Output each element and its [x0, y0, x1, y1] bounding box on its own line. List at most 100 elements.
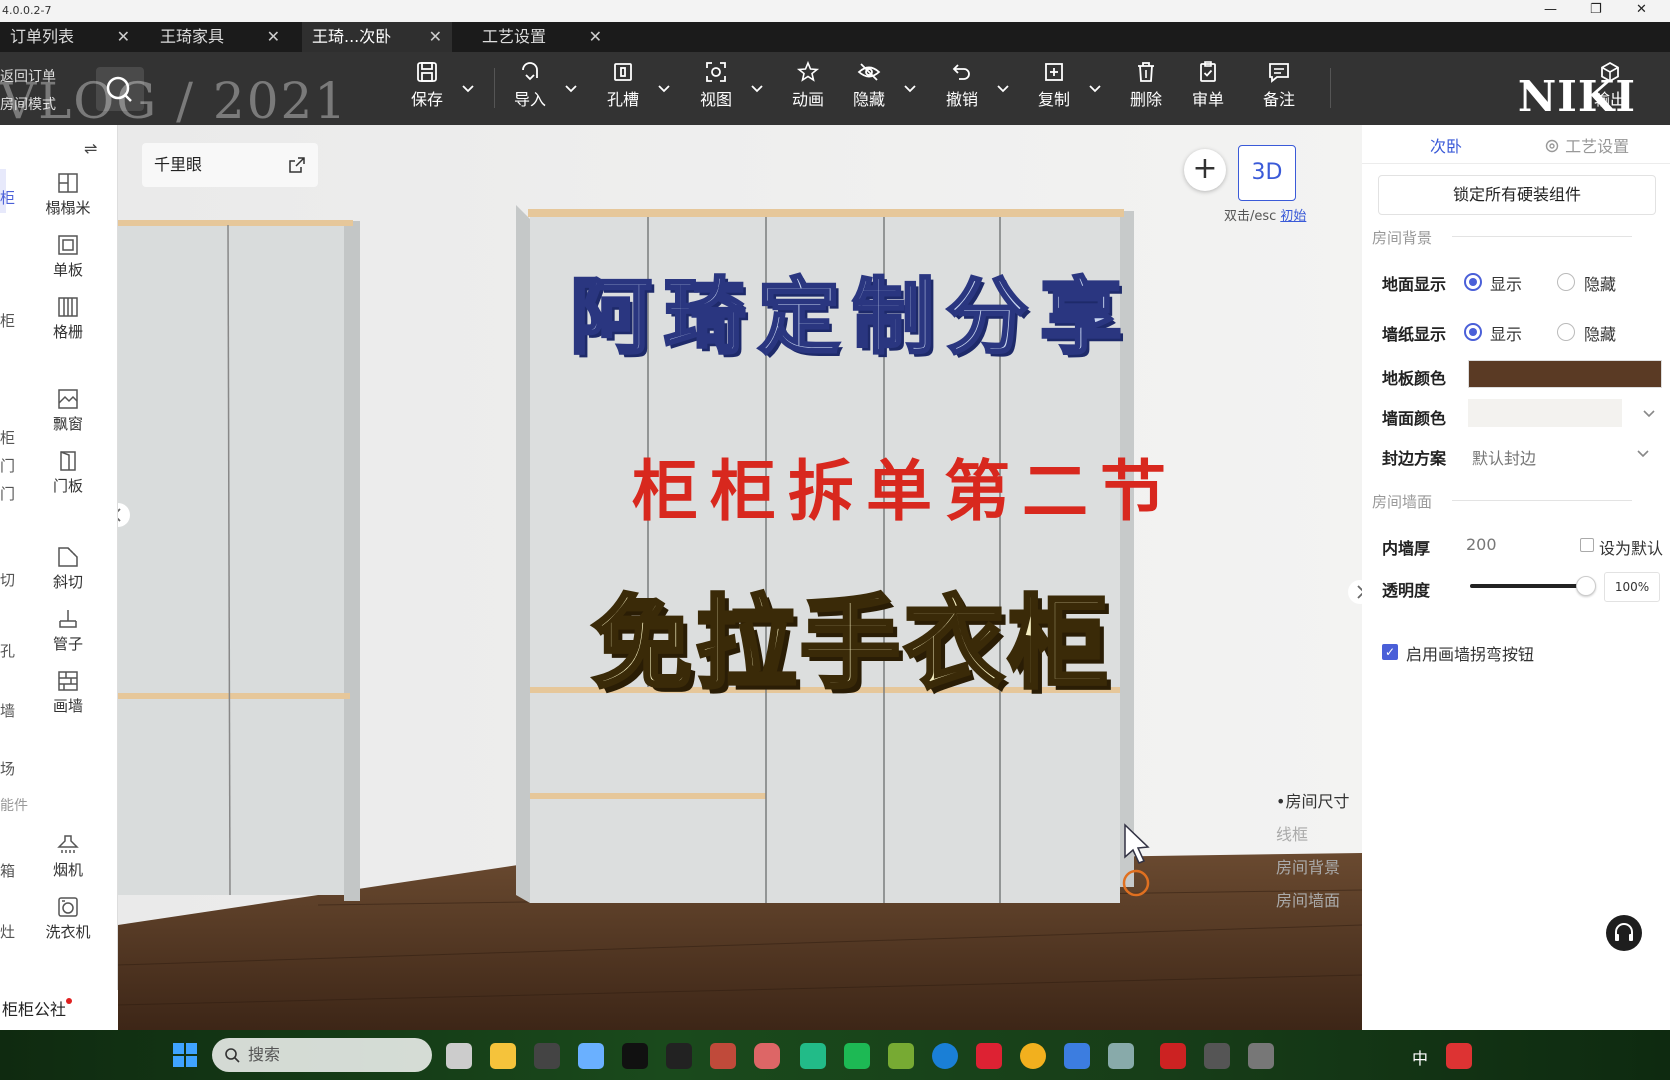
- chevron-down-icon[interactable]: [750, 84, 764, 94]
- lock-all-button[interactable]: 锁定所有硬装组件: [1378, 175, 1656, 215]
- add-button[interactable]: +: [1184, 149, 1226, 191]
- import-button[interactable]: 导入: [502, 58, 577, 118]
- category-stub[interactable]: 柜: [0, 187, 15, 208]
- delete-button[interactable]: 删除: [1118, 58, 1174, 118]
- chevron-down-icon[interactable]: [461, 84, 475, 94]
- app-icon[interactable]: [666, 1043, 692, 1069]
- tab-process-settings[interactable]: 工艺设置 ✕: [472, 22, 612, 52]
- floor-color-swatch[interactable]: [1468, 360, 1662, 388]
- grille-item[interactable]: 格栅: [36, 291, 100, 347]
- floor-show-radio[interactable]: [1464, 273, 1482, 291]
- chevron-down-icon[interactable]: [564, 84, 578, 94]
- category-stub[interactable]: 箱: [0, 860, 15, 881]
- category-stub[interactable]: 柜: [0, 427, 15, 448]
- note-button[interactable]: 备注: [1251, 58, 1307, 118]
- single-board-item[interactable]: 单板: [36, 229, 100, 285]
- inner-wall-input[interactable]: [1466, 530, 1556, 558]
- qianliyan-panel[interactable]: 千里眼: [142, 143, 318, 187]
- hole-slot-button[interactable]: 孔槽: [595, 58, 670, 118]
- close-icon[interactable]: ✕: [117, 22, 130, 52]
- app-icon[interactable]: [1108, 1043, 1134, 1069]
- chrome-icon[interactable]: [1020, 1043, 1046, 1069]
- category-stub[interactable]: 灶: [0, 921, 15, 942]
- ime-indicator[interactable]: 中: [1412, 1045, 1428, 1069]
- app-icon[interactable]: [800, 1043, 826, 1069]
- set-default-checkbox[interactable]: [1580, 538, 1594, 552]
- view-button[interactable]: 视图: [688, 58, 763, 118]
- close-icon[interactable]: ✕: [429, 22, 442, 52]
- cad-icon[interactable]: [1160, 1043, 1186, 1069]
- view-3d-button[interactable]: 3D: [1238, 145, 1296, 201]
- app-icon[interactable]: [1446, 1043, 1472, 1069]
- external-link-icon[interactable]: [288, 156, 306, 174]
- windows-start-icon[interactable]: [172, 1042, 198, 1068]
- close-icon[interactable]: ✕: [267, 22, 280, 52]
- enable-bend-checkbox[interactable]: ✓: [1382, 644, 1398, 660]
- category-stub[interactable]: 场: [0, 758, 15, 779]
- edge-scheme-select[interactable]: 默认封边: [1468, 439, 1658, 469]
- task-view-icon[interactable]: [446, 1043, 472, 1069]
- chevron-down-icon[interactable]: [1088, 84, 1102, 94]
- wechat-icon[interactable]: [754, 1043, 780, 1069]
- category-stub[interactable]: 门: [0, 483, 15, 504]
- pipe-item[interactable]: 管子: [36, 603, 100, 659]
- taskbar-search[interactable]: 搜索: [212, 1038, 432, 1072]
- animation-button[interactable]: 动画: [780, 58, 836, 118]
- close-window-icon[interactable]: ✕: [1636, 2, 1647, 17]
- category-stub[interactable]: 孔: [0, 640, 15, 661]
- category-stub[interactable]: 门: [0, 455, 15, 476]
- washing-machine-item[interactable]: 洗衣机: [36, 891, 100, 947]
- chevron-down-icon[interactable]: [657, 84, 671, 94]
- bay-window-item[interactable]: 飘窗: [36, 383, 100, 439]
- bevel-cut-item[interactable]: 斜切: [36, 541, 100, 597]
- edge-icon[interactable]: [932, 1043, 958, 1069]
- save-button[interactable]: 保存: [399, 58, 474, 118]
- wallpaper-show-radio[interactable]: [1464, 323, 1482, 341]
- chevron-down-icon[interactable]: [996, 84, 1010, 94]
- tab-process[interactable]: 工艺设置: [1544, 133, 1629, 157]
- camera-icon[interactable]: [1204, 1043, 1230, 1069]
- collapse-toggle-icon[interactable]: ⇌: [84, 139, 97, 158]
- reset-view-link[interactable]: 初始: [1280, 209, 1306, 224]
- layer-wireframe[interactable]: 线框: [1276, 818, 1349, 851]
- tab-wangqi-furniture[interactable]: 王琦家具 ✕: [150, 22, 290, 52]
- minimize-icon[interactable]: —: [1544, 2, 1557, 17]
- opacity-slider-handle[interactable]: [1576, 576, 1596, 596]
- layer-room-size[interactable]: •房间尺寸: [1276, 785, 1349, 818]
- tatami-item[interactable]: 榻榻米: [36, 167, 100, 223]
- tab-room[interactable]: 次卧: [1430, 133, 1462, 157]
- calculator-icon[interactable]: [1248, 1043, 1274, 1069]
- file-explorer-icon[interactable]: [490, 1043, 516, 1069]
- community-label[interactable]: 柜柜公社: [0, 990, 118, 1030]
- undo-button[interactable]: 撤销: [934, 58, 1009, 118]
- tiktok-icon[interactable]: [622, 1043, 648, 1069]
- opacity-slider[interactable]: [1470, 576, 1596, 596]
- app-icon[interactable]: [710, 1043, 736, 1069]
- tab-wangqi-bedroom[interactable]: 王琦...次卧 ✕: [302, 22, 452, 52]
- category-stub[interactable]: 墙: [0, 700, 15, 721]
- wps-icon[interactable]: [976, 1043, 1002, 1069]
- chevron-down-icon[interactable]: [903, 84, 917, 94]
- restore-icon[interactable]: ❐: [1590, 2, 1602, 17]
- layer-room-wall[interactable]: 房间墙面: [1276, 884, 1349, 917]
- close-icon[interactable]: ✕: [589, 22, 602, 52]
- hide-button[interactable]: 隐藏: [841, 58, 916, 118]
- layer-room-background[interactable]: 房间背景: [1276, 851, 1349, 884]
- floor-hide-radio[interactable]: [1557, 273, 1575, 291]
- opacity-input[interactable]: [1604, 572, 1660, 602]
- app-icon[interactable]: [1064, 1043, 1090, 1069]
- review-button[interactable]: 审单: [1180, 58, 1236, 118]
- app-icon[interactable]: [888, 1043, 914, 1069]
- support-button[interactable]: [1606, 915, 1642, 951]
- copy-button[interactable]: 复制: [1026, 58, 1101, 118]
- range-hood-item[interactable]: 烟机: [36, 829, 100, 885]
- app-icon[interactable]: [578, 1043, 604, 1069]
- door-panel-item[interactable]: 门板: [36, 445, 100, 501]
- draw-wall-item[interactable]: 画墙: [36, 665, 100, 721]
- category-stub[interactable]: 切: [0, 569, 15, 590]
- category-stub[interactable]: 柜: [0, 310, 15, 331]
- wallpaper-hide-radio[interactable]: [1557, 323, 1575, 341]
- tab-order-list[interactable]: 订单列表 ✕: [0, 22, 140, 52]
- chevron-down-icon[interactable]: [1642, 409, 1656, 419]
- wall-color-swatch[interactable]: [1468, 399, 1622, 427]
